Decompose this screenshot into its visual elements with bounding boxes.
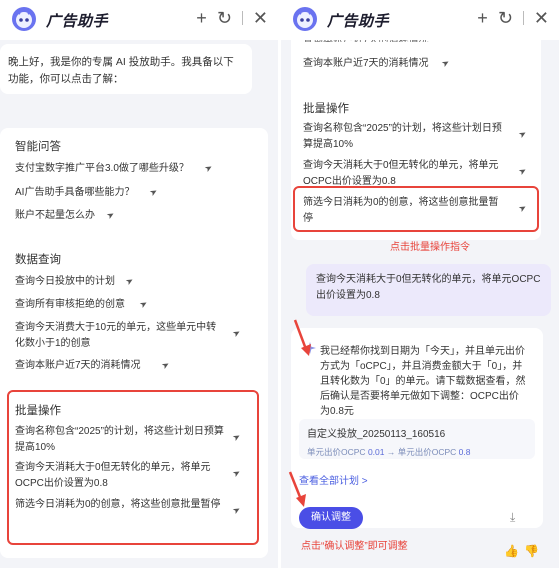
close-icon[interactable]: ✕ (253, 6, 268, 30)
section-title-qa: 智能问答 (15, 141, 61, 153)
app-title: 广告助手 (327, 13, 390, 30)
welcome-message: 晚上好，我是你的专属 AI 投放助手。我具备以下功能，你可以点击了解： (0, 44, 252, 94)
result-plan-name: 自定义投放_20250113_160516 (307, 429, 446, 440)
add-icon[interactable]: + (477, 6, 488, 30)
bot-message-text: 我已经帮你找到日期为「今天」，并且单元出价方式为「oCPC」，并且消费金额大于「… (320, 346, 526, 417)
item-text: AI广告助手具备哪些能力？ (15, 187, 135, 198)
annotation-click-batch: 点击批量操作指令 (390, 242, 470, 253)
batch-item-1-right[interactable]: 查询名称包含“2025”的计划，将这些计划日预算提高10% (303, 121, 508, 153)
user-message-bubble: 查询今天消耗大于0但无转化的单元，将单元OCPC出价设置为0.8 (306, 264, 551, 316)
item-text: 筛选今日消耗为0的创意，将这些创意批量暂停 (15, 499, 221, 510)
item-text: 查询今天消费大于10元的单元，这些单元中转化数小于1的创意 (15, 322, 217, 349)
left-assistant-panel: 广告助手 + ↻ ✕ 晚上好，我是你的专属 AI 投放助手。我具备以下功能，你可… (0, 0, 278, 568)
item-text: 账户不起量怎么办 (15, 210, 95, 221)
history-icon[interactable]: ↻ (498, 6, 513, 30)
annotation-arrow-bubble (293, 319, 311, 356)
header-separator (522, 11, 524, 25)
batch-item-3[interactable]: 筛选今日消耗为0的创意，将这些创意批量暂停 (15, 497, 225, 513)
section-title-batch-right: 批量操作 (303, 103, 349, 115)
batch-item-3-right[interactable]: 筛选今日消耗为0的创意，将这些创意批量暂停 (303, 195, 508, 227)
qa-item-3[interactable]: 账户不起量怎么办 (15, 208, 260, 224)
query-item-2[interactable]: 查询所有审核拒绝的创意 (15, 297, 260, 313)
left-header: 广告助手 + ↻ ✕ (0, 0, 278, 40)
item-text: 查询所有审核拒绝的创意 (15, 299, 125, 310)
batch-item-2[interactable]: 查询今天消耗大于0但无转化的单元，将单元OCPC出价设置为0.8 (15, 460, 225, 492)
qa-item-2[interactable]: AI广告助手具备哪些能力？ (15, 185, 260, 201)
robot-logo-icon (293, 7, 317, 31)
thumbs-down-icon[interactable]: 👎 (524, 544, 539, 558)
query-item-3[interactable]: 查询今天消费大于10元的单元，这些单元中转化数小于1的创意 (15, 320, 220, 352)
right-header: 广告助手 + ↻ ✕ (281, 0, 559, 40)
annotation-confirm: 点击“确认调整”即可调整 (301, 541, 408, 552)
download-icon[interactable]: ⤓ (510, 510, 515, 525)
item-text: 筛选今日消耗为0的创意，将这些创意批量暂停 (303, 197, 499, 224)
arrow-right-icon: → (386, 447, 396, 457)
query-item-1[interactable]: 查询今日投放中的计划 (15, 274, 260, 290)
annotation-arrow-confirm (288, 471, 306, 507)
item-text: 查询今天消耗大于0但无转化的单元，将单元OCPC出价设置为0.8 (15, 462, 211, 489)
result-item: 自定义投放_20250113_160516 单元出价OCPC 0.01 → 单元… (299, 419, 535, 459)
result-value-from: 0.01 (367, 447, 385, 457)
item-text: 查询本账户近7天的消耗情况 (15, 360, 141, 371)
qa-item-1[interactable]: 支付宝数字推广平台3.0做了哪些升级？ (15, 161, 260, 177)
add-icon[interactable]: + (196, 6, 207, 30)
item-text: 查询名称包含“2025”的计划，将这些计划日预算提高10% (303, 123, 502, 150)
section-title-batch: 批量操作 (15, 405, 61, 417)
right-assistant-panel: 查询本账户近7天的消耗情况 查询本账户近7天的消耗情况 ➤ 批量操作 查询名称包… (281, 0, 559, 568)
header-separator (241, 11, 243, 25)
result-label-to: 单元出价OCPC (397, 447, 457, 457)
item-text: 查询本账户近7天的消耗情况 (303, 58, 429, 69)
item-text: 查询今日投放中的计划 (15, 276, 115, 287)
result-change-row: 单元出价OCPC 0.01 → 单元出价OCPC 0.8 (307, 446, 527, 458)
thumbs-up-icon[interactable]: 👍 (504, 544, 519, 558)
app-title: 广告助手 (46, 13, 109, 30)
robot-logo-icon (12, 7, 36, 31)
item-text: 支付宝数字推广平台3.0做了哪些升级？ (15, 163, 189, 174)
header-actions: + ↻ ✕ (196, 6, 268, 30)
batch-item-1[interactable]: 查询名称包含“2025”的计划，将这些计划日预算提高10% (15, 424, 225, 456)
section-title-data-query: 数据查询 (15, 254, 61, 266)
header-actions: + ↻ ✕ (477, 6, 549, 30)
query-item-7days[interactable]: 查询本账户近7天的消耗情况 (303, 56, 533, 72)
history-icon[interactable]: ↻ (217, 6, 232, 30)
close-icon[interactable]: ✕ (534, 6, 549, 30)
query-item-4[interactable]: 查询本账户近7天的消耗情况 (15, 358, 260, 374)
result-value-to: 0.8 (458, 447, 471, 457)
result-label-from: 单元出价OCPC (307, 447, 366, 457)
confirm-adjust-button[interactable]: 确认调整 (299, 507, 363, 529)
item-text: 查询名称包含“2025”的计划，将这些计划日预算提高10% (15, 426, 224, 453)
